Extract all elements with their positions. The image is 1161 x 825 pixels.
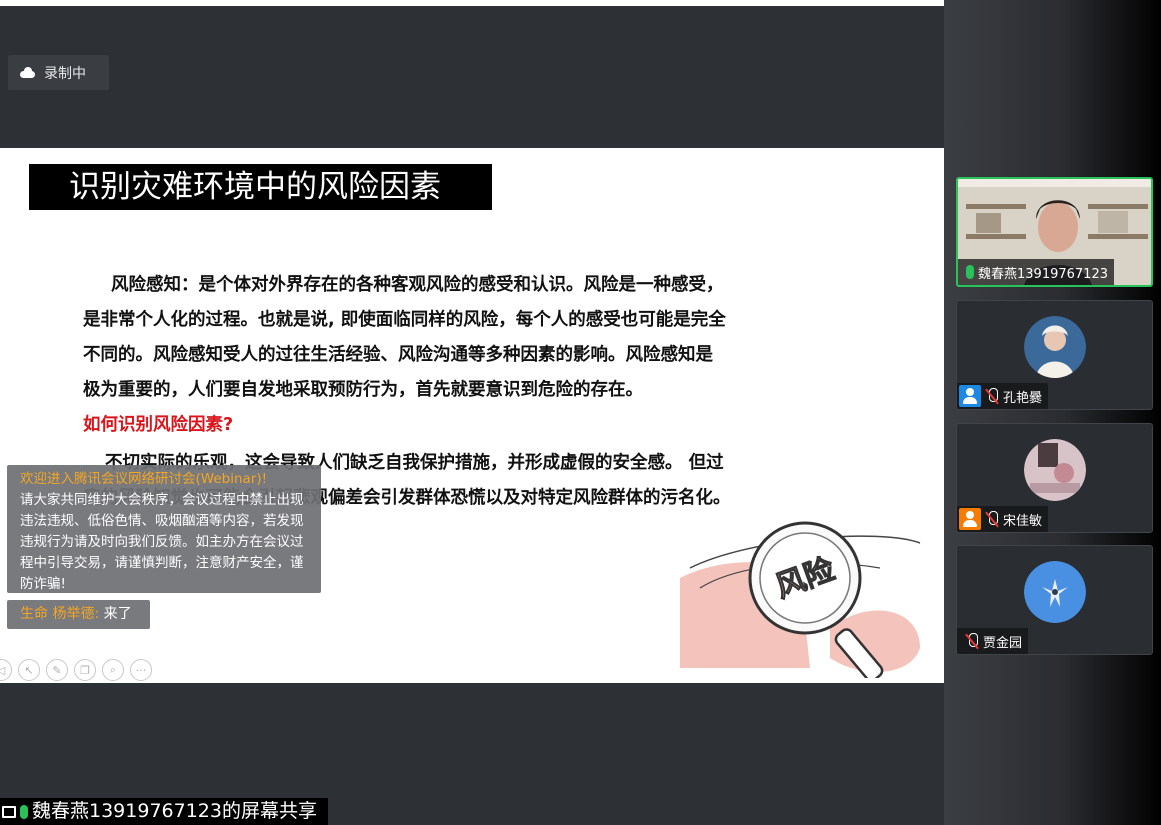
text-line: 是非常个人化的过程。也就是说, 即使面临同样的风险，每个人的感受也可能是完全 [83, 310, 726, 330]
pointer-icon[interactable]: ↖ [18, 659, 40, 681]
mic-muted-icon [965, 633, 979, 649]
meeting-window: 录制中 识别灾难环境中的风险因素 风险感知：是个体对外界存在的各种客观风险的感受… [0, 0, 1161, 825]
participant-name: 孔艳爨 [1003, 390, 1043, 406]
mic-on-icon [20, 804, 28, 819]
text-line: 不同的。风险感知受人的过往生活经验、风险沟通等多种因素的影响。风险感知是 [83, 345, 713, 365]
participant-namebar: 贾金园 [957, 628, 1029, 654]
participant-name: 宋佳敏 [1003, 513, 1043, 529]
participant-tile-1[interactable]: 魏春燕13919767123 [956, 177, 1153, 287]
prev-icon[interactable]: ◁ [0, 659, 12, 681]
person-icon [959, 385, 981, 407]
participant-namebar: 孔艳爨 [957, 383, 1049, 409]
screen-share-icon [2, 805, 16, 818]
recording-label: 录制中 [44, 65, 86, 82]
mic-on-icon [966, 265, 974, 279]
welcome-notice: 欢迎进入腾讯会议网络研讨会(Webinar)! 请大家共同维护大会秩序，会议过程… [7, 465, 321, 593]
screen-share-label: 魏春燕13919767123的屏幕共享 [0, 798, 328, 825]
pen-icon[interactable]: ✎ [46, 659, 68, 681]
mic-muted-icon [985, 388, 999, 404]
slide-paragraph-1: 风险感知：是个体对外界存在的各种客观风险的感受和认识。风险是一种感受， 是非常个… [83, 268, 823, 408]
cloud-icon [18, 67, 36, 78]
person-icon [959, 508, 981, 530]
participant-tile-4[interactable]: 贾金园 [956, 545, 1153, 655]
participant-namebar: 宋佳敏 [957, 506, 1049, 532]
top-edge [0, 0, 944, 6]
notice-body: 请大家共同维护大会秩序，会议过程中禁止出现违法违规、低俗色情、吸烟酗酒等内容，若… [20, 492, 304, 592]
copy-icon[interactable]: ❐ [74, 659, 96, 681]
more-icon[interactable]: ··· [130, 659, 152, 681]
share-label-text: 魏春燕13919767123的屏幕共享 [32, 800, 317, 822]
avatar [1024, 316, 1086, 378]
join-name: 生命 杨举德: [20, 606, 100, 622]
mic-muted-icon [985, 511, 999, 527]
participant-name: 贾金园 [983, 635, 1023, 651]
avatar [1024, 439, 1086, 501]
avatar [1024, 561, 1086, 623]
join-text: 来了 [99, 606, 132, 622]
participant-panel [944, 0, 1161, 825]
join-message: 生命 杨举德: 来了 [7, 600, 150, 629]
slide-heading: 如何识别风险因素? [83, 415, 234, 435]
participant-tile-3[interactable]: 宋佳敏 [956, 423, 1153, 533]
slide-toolbar: ◁ ↖ ✎ ❐ ⌕ ··· [0, 659, 152, 681]
participant-tile-2[interactable]: 孔艳爨 [956, 300, 1153, 410]
notice-title: 欢迎进入腾讯会议网络研讨会(Webinar)! [20, 471, 268, 487]
text-line: 极为重要的，人们要自发地采取预防行为，首先就要意识到危险的存在。 [83, 380, 643, 400]
recording-indicator[interactable]: 录制中 [8, 55, 109, 90]
text-line: 风险感知：是个体对外界存在的各种客观风险的感受和认识。风险是一种感受， [111, 275, 724, 295]
participant-namebar: 魏春燕13919767123 [958, 259, 1114, 285]
magnifier-illustration: 风险 [680, 521, 921, 678]
participant-name: 魏春燕13919767123 [978, 266, 1108, 282]
zoom-icon[interactable]: ⌕ [102, 659, 124, 681]
slide-title: 识别灾难环境中的风险因素 [29, 164, 492, 210]
